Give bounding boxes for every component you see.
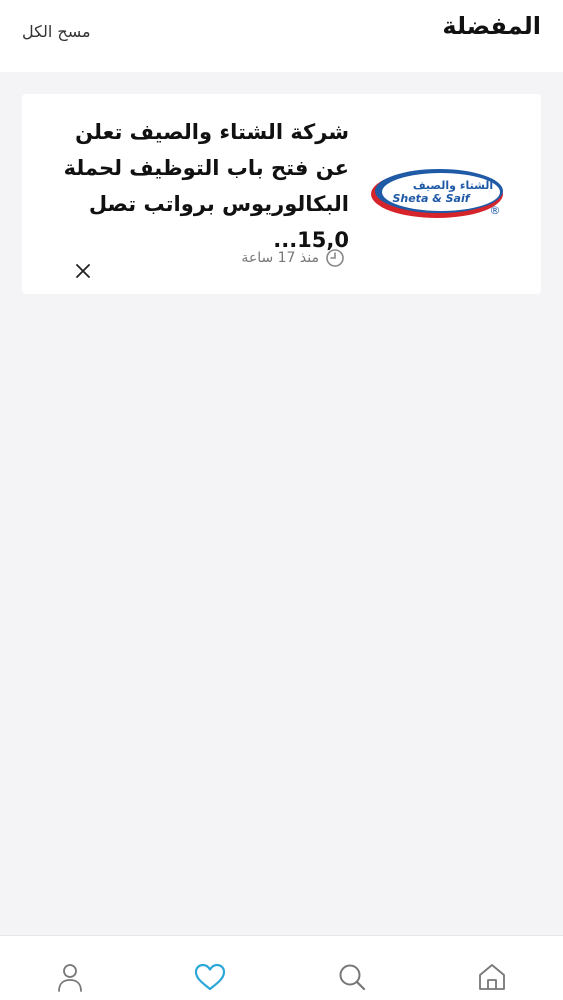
time-row: منذ 17 ساعة [241, 248, 345, 268]
user-icon [58, 964, 82, 992]
search-icon [339, 964, 366, 991]
time-ago-label: منذ 17 ساعة [241, 250, 319, 266]
nav-search[interactable] [335, 960, 369, 994]
close-icon [76, 264, 90, 278]
logo-arabic-text: الشتاء والصيف [413, 179, 493, 192]
heart-icon [194, 963, 226, 991]
logo-latin-text: Sheta & Saif [392, 192, 470, 205]
nav-profile[interactable] [53, 960, 87, 994]
nav-home[interactable] [475, 960, 509, 994]
clock-icon [326, 249, 344, 267]
home-icon [479, 964, 505, 990]
bottom-nav [0, 935, 563, 1000]
favorite-title[interactable]: شركة الشتاء والصيف تعلن عن فتح باب التوظ… [49, 114, 349, 258]
page-title: المفضلة [442, 12, 541, 40]
remove-favorite-button[interactable] [72, 260, 94, 282]
top-bar: المفضلة مسح الكل [0, 0, 563, 72]
company-logo: الشتاء والصيف Sheta & Saif ® [371, 169, 503, 218]
favorite-card[interactable]: شركة الشتاء والصيف تعلن عن فتح باب التوظ… [22, 94, 541, 294]
logo-registered-mark: ® [490, 204, 501, 217]
clear-all-button[interactable]: مسح الكل [22, 22, 91, 41]
nav-favorites[interactable] [193, 960, 227, 994]
